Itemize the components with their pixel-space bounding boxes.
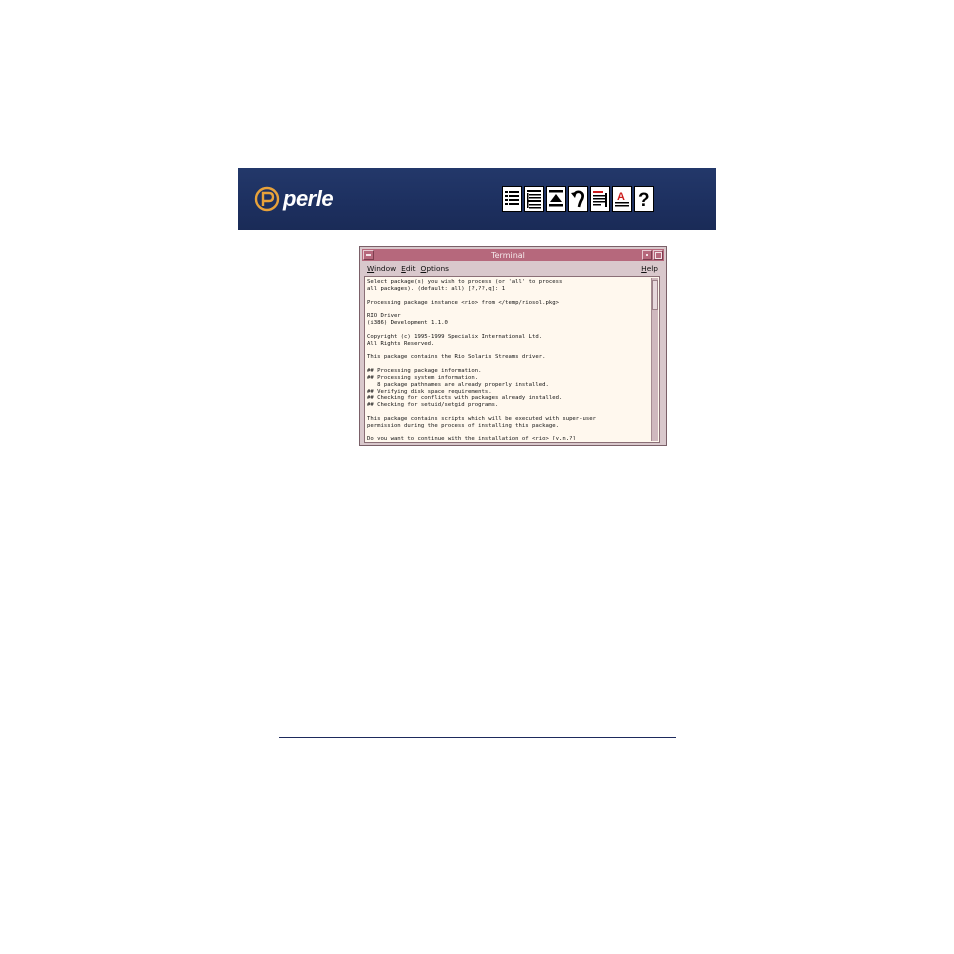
perle-banner: perle A ?	[238, 168, 716, 230]
terminal-line: All Rights Reserved.	[367, 340, 435, 347]
terminal-text: Select package(s) you wish to process (o…	[367, 279, 652, 440]
menu-bar: Window Edit Options Help	[362, 262, 664, 274]
perle-logo-text: perle	[283, 186, 334, 211]
title-bar[interactable]: Terminal	[362, 249, 664, 261]
terminal-line: This package contains scripts which will…	[367, 415, 597, 422]
svg-text:?: ?	[638, 190, 650, 209]
terminal-line: This package contains the Rio Solaris St…	[367, 354, 546, 361]
help-navigation-toolbar: A ?	[502, 186, 654, 212]
menu-edit[interactable]: Edit	[401, 264, 415, 273]
terminal-line: (i386) Development 1.1.0	[367, 320, 448, 327]
index-icon[interactable]	[524, 186, 544, 212]
text-icon[interactable]: A	[612, 186, 632, 212]
contents-icon[interactable]	[502, 186, 522, 212]
terminal-line: Select package(s) you wish to process (o…	[367, 279, 563, 285]
top-icon[interactable]	[546, 186, 566, 212]
perle-logo-mark-icon	[254, 186, 280, 212]
terminal-output-area[interactable]: Select package(s) you wish to process (o…	[364, 276, 660, 443]
terminal-line: Processing package instance <rio> from <…	[367, 299, 559, 306]
glossary-icon[interactable]	[590, 186, 610, 212]
terminal-line: Copyright (c) 1995-1999 Specialix Intern…	[367, 333, 543, 340]
terminal-line: ## Processing package information.	[367, 367, 482, 374]
terminal-line: all packages). (default: all) [?,??,q]: …	[367, 285, 506, 292]
minimize-button[interactable]	[642, 250, 652, 260]
terminal-line: ## Checking for setuid/setgid programs.	[367, 402, 499, 409]
back-icon[interactable]	[568, 186, 588, 212]
terminal-line: Do you want to continue with the install…	[367, 436, 576, 440]
vertical-scrollbar[interactable]	[651, 278, 658, 441]
menu-window[interactable]: Window	[367, 264, 396, 273]
window-title: Terminal	[491, 250, 525, 260]
terminal-line: ## Checking for conflicts with packages …	[367, 395, 563, 402]
perle-logo: perle	[254, 185, 334, 213]
menu-help[interactable]: Help	[641, 264, 658, 273]
svg-text:A: A	[617, 191, 625, 203]
terminal-line: ## Verifying disk space requirements.	[367, 388, 492, 395]
help-icon[interactable]: ?	[634, 186, 654, 212]
terminal-window: Terminal Window Edit Options Help Select…	[359, 246, 667, 446]
scrollbar-thumb[interactable]	[652, 280, 658, 310]
maximize-button[interactable]	[653, 250, 663, 260]
terminal-line: 8 package pathnames are already properly…	[367, 381, 549, 388]
footer-divider	[279, 737, 676, 738]
terminal-line: ## Processing system information.	[367, 374, 479, 381]
menu-options[interactable]: Options	[420, 264, 449, 273]
terminal-line: RIO Driver	[367, 313, 401, 320]
terminal-line: permission during the process of install…	[367, 422, 559, 429]
window-menu-button[interactable]	[363, 250, 374, 260]
